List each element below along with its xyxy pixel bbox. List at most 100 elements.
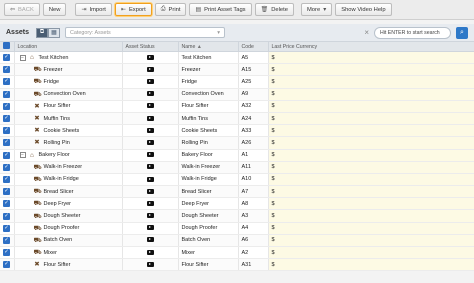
video-icon[interactable]: [146, 261, 154, 267]
video-icon[interactable]: [146, 91, 154, 97]
row-checkbox[interactable]: ✓: [3, 139, 10, 147]
print-button[interactable]: ⎙ Print: [154, 3, 187, 16]
row-select-cell[interactable]: ✓: [0, 63, 15, 77]
export-button[interactable]: ⇤ Export: [114, 3, 152, 16]
table-row[interactable]: ✓ ⛟ Deep Fryer Deep Fryer A8 $: [0, 197, 474, 211]
table-row[interactable]: ✓ ✖ Muffin Tins Muffin Tins A24 $: [0, 112, 474, 126]
more-button[interactable]: More ▾: [300, 3, 333, 16]
col-location[interactable]: Location: [14, 42, 123, 52]
table-row[interactable]: ✓ ⛟ Dough Proofer Dough Proofer A4 $: [0, 222, 474, 235]
row-select-cell[interactable]: ✓: [0, 246, 15, 260]
row-select-cell[interactable]: ✓: [0, 136, 15, 150]
video-icon[interactable]: [146, 225, 154, 231]
row-checkbox[interactable]: ✓: [3, 163, 10, 171]
print-label: Print: [168, 6, 181, 13]
row-checkbox[interactable]: ✓: [3, 200, 10, 208]
clear-search-icon[interactable]: ×: [364, 28, 369, 37]
table-row[interactable]: ✓ ⛟ Fridge Fridge A25 $: [0, 75, 474, 89]
video-icon[interactable]: [146, 139, 154, 145]
row-select-cell[interactable]: ✓: [0, 51, 15, 65]
back-button[interactable]: ⇦ BACK: [4, 3, 40, 16]
row-checkbox[interactable]: ✓: [3, 102, 10, 110]
row-select-cell[interactable]: ✓: [0, 185, 15, 199]
import-button[interactable]: ⇥ Import: [75, 3, 112, 16]
row-select-cell[interactable]: ✓: [0, 222, 15, 235]
video-icon[interactable]: [146, 237, 154, 243]
table-row[interactable]: ✓ ⛟ Mixer Mixer A2 $: [0, 246, 474, 260]
row-checkbox[interactable]: ✓: [3, 78, 10, 86]
table-row[interactable]: ✓ ✖ Flour Sifter Flour Sifter A31 $: [0, 258, 474, 272]
video-icon[interactable]: [146, 127, 154, 133]
table-row[interactable]: ✓ ⛟ Dough Sheeter Dough Sheeter A3 $: [0, 209, 474, 223]
row-checkbox[interactable]: ✓: [3, 90, 10, 98]
row-checkbox[interactable]: ✓: [3, 66, 10, 74]
video-icon[interactable]: [146, 54, 154, 60]
row-select-cell[interactable]: ✓: [0, 173, 15, 187]
row-select-cell[interactable]: ✓: [0, 258, 15, 272]
row-select-cell[interactable]: ✓: [0, 161, 15, 174]
col-last-price-currency[interactable]: Last Price Currency: [268, 42, 474, 52]
table-row[interactable]: ✓ ✖ Cookie Sheets Cookie Sheets A33 $: [0, 124, 474, 138]
grid-view-icon[interactable]: ▦: [47, 27, 60, 38]
row-checkbox[interactable]: ✓: [3, 115, 10, 123]
row-checkbox[interactable]: ✓: [3, 212, 10, 220]
video-icon[interactable]: [146, 115, 154, 121]
table-row[interactable]: ✓ ⛟ Freezer Freezer A15 $: [0, 63, 474, 77]
col-code[interactable]: Code: [238, 42, 269, 52]
search-button[interactable]: ⌕: [456, 26, 468, 39]
location-cell: ⛟ Convection Oven: [14, 88, 123, 101]
col-name[interactable]: Name ▲: [178, 42, 239, 52]
video-icon[interactable]: [146, 213, 154, 219]
row-select-cell[interactable]: ✓: [0, 149, 15, 162]
row-select-cell[interactable]: ✓: [0, 88, 15, 101]
row-checkbox[interactable]: ✓: [3, 175, 10, 183]
collapse-toggle-icon[interactable]: −: [19, 152, 26, 159]
select-all-checkbox[interactable]: [3, 42, 10, 49]
table-row[interactable]: ✓ − ⌂ Test Kitchen Test Kitchen A5 $: [0, 51, 474, 65]
col-asset-status[interactable]: Asset Status: [122, 42, 179, 52]
category-select[interactable]: Category: Assets ▾: [64, 27, 225, 38]
table-row[interactable]: ✓ ✖ Flour Sifter Flour Sifter A32 $: [0, 100, 474, 113]
new-button[interactable]: New: [42, 3, 67, 16]
video-icon[interactable]: [146, 188, 154, 194]
row-select-cell[interactable]: ✓: [0, 100, 15, 113]
table-row[interactable]: ✓ ⛟ Walk-in Fridge Walk-in Fridge A10 $: [0, 173, 474, 187]
row-select-cell[interactable]: ✓: [0, 209, 15, 223]
table-row[interactable]: ✓ ⛟ Convection Oven Convection Oven A9 $: [0, 88, 474, 101]
row-checkbox[interactable]: ✓: [3, 249, 10, 257]
row-select-cell[interactable]: ✓: [0, 234, 15, 248]
video-icon[interactable]: [146, 79, 154, 85]
video-icon[interactable]: [146, 103, 154, 109]
select-all-header[interactable]: [0, 42, 15, 52]
row-checkbox[interactable]: ✓: [3, 261, 10, 269]
search-input[interactable]: Hit ENTER to start search: [374, 26, 451, 39]
table-row[interactable]: ✓ ✖ Rolling Pin Rolling Pin A26 $: [0, 136, 474, 150]
delete-button[interactable]: 🗑 Delete: [254, 3, 294, 16]
location-label: Freezer: [43, 66, 63, 73]
row-checkbox[interactable]: ✓: [3, 127, 10, 135]
table-row[interactable]: ✓ − ⌂ Bakery Floor Bakery Floor A1 $: [0, 149, 474, 162]
video-icon[interactable]: [146, 152, 154, 158]
tree-view-icon[interactable]: ⧉: [35, 27, 48, 38]
table-row[interactable]: ✓ ⛟ Walk-in Freezer Walk-in Freezer A11 $: [0, 161, 474, 174]
row-checkbox[interactable]: ✓: [3, 224, 10, 232]
show-video-help-button[interactable]: Show Video Help: [335, 3, 392, 16]
video-icon[interactable]: [146, 164, 154, 170]
video-icon[interactable]: [146, 200, 154, 206]
row-select-cell[interactable]: ✓: [0, 112, 15, 126]
row-select-cell[interactable]: ✓: [0, 197, 15, 211]
table-row[interactable]: ✓ ⛟ Bread Slicer Bread Slicer A7 $: [0, 185, 474, 199]
row-checkbox[interactable]: ✓: [3, 236, 10, 244]
video-icon[interactable]: [146, 66, 154, 72]
print-asset-tags-button[interactable]: ▤ Print Asset Tags: [189, 3, 252, 16]
row-checkbox[interactable]: ✓: [3, 151, 10, 159]
row-select-cell[interactable]: ✓: [0, 75, 15, 89]
table-row[interactable]: ✓ ⛟ Batch Oven Batch Oven A6 $: [0, 234, 474, 248]
row-checkbox[interactable]: ✓: [3, 188, 10, 196]
video-icon[interactable]: [146, 176, 154, 182]
row-select-cell[interactable]: ✓: [0, 124, 15, 138]
row-checkbox[interactable]: ✓: [3, 54, 10, 62]
video-icon[interactable]: [146, 249, 154, 255]
name-cell: Bakery Floor: [178, 149, 239, 162]
collapse-toggle-icon[interactable]: −: [19, 54, 26, 61]
